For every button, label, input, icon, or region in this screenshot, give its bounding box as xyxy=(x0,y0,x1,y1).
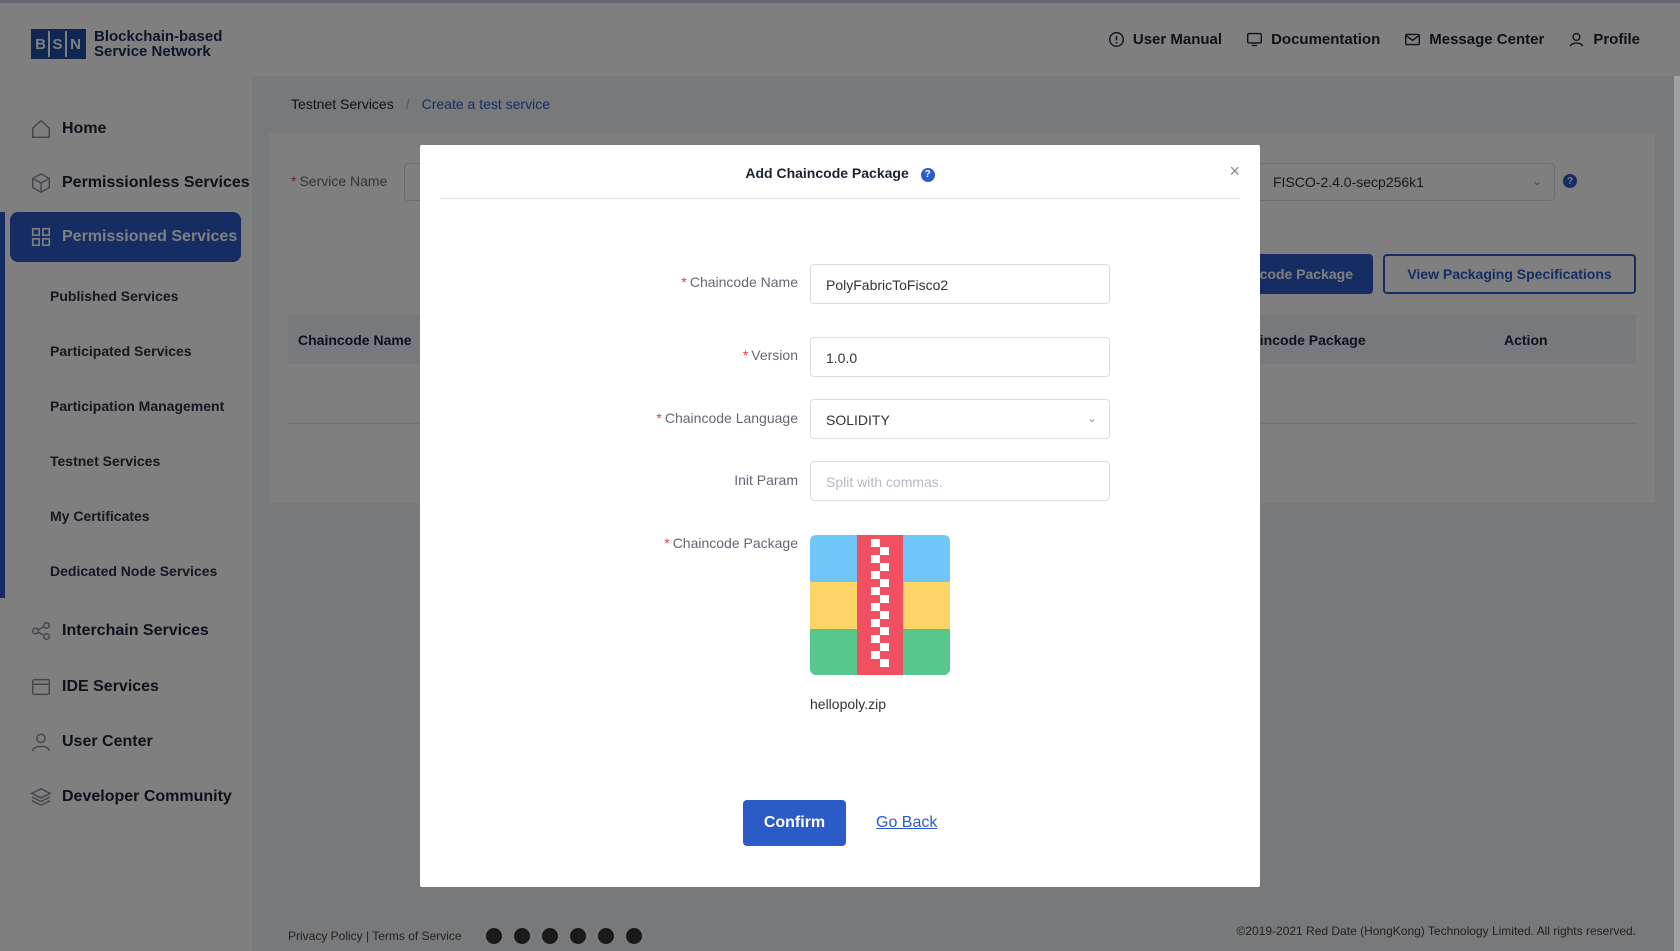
chaincode-package-label: * Chaincode Package xyxy=(664,535,798,551)
go-back-link[interactable]: Go Back xyxy=(876,814,937,832)
chaincode-name-label: * Chaincode Name xyxy=(681,274,798,290)
close-icon[interactable]: × xyxy=(1229,161,1240,182)
init-param-input[interactable]: Split with commas. xyxy=(810,461,1110,501)
chaincode-language-value: SOLIDITY xyxy=(826,412,890,428)
init-param-label: Init Param xyxy=(734,472,798,488)
chaincode-package-label-text: Chaincode Package xyxy=(672,535,798,551)
zip-archive-icon xyxy=(810,535,950,675)
version-label-text: Version xyxy=(751,347,798,363)
help-icon[interactable]: ? xyxy=(920,167,935,182)
chaincode-language-label-text: Chaincode Language xyxy=(664,410,798,426)
version-input[interactable]: 1.0.0 xyxy=(810,337,1110,377)
version-label: * Version xyxy=(742,347,798,363)
chaincode-name-input[interactable]: PolyFabricToFisco2 xyxy=(810,264,1110,304)
dialog-divider xyxy=(440,198,1240,199)
page-scrollbar[interactable] xyxy=(1674,76,1680,951)
init-param-label-text: Init Param xyxy=(734,472,798,488)
add-chaincode-package-dialog: Add Chaincode Package ? × * Chaincode Nam… xyxy=(420,145,1260,887)
chevron-down-icon: ⌄ xyxy=(1086,411,1097,425)
chaincode-package-file-name: hellopoly.zip xyxy=(810,696,887,712)
chaincode-language-label: * Chaincode Language xyxy=(656,410,798,426)
dialog-title-text: Add Chaincode Package xyxy=(745,165,909,181)
chaincode-language-select[interactable]: SOLIDITY ⌄ xyxy=(810,399,1110,439)
dialog-title: Add Chaincode Package ? xyxy=(420,165,1260,183)
confirm-button[interactable]: Confirm xyxy=(743,800,846,846)
chaincode-name-label-text: Chaincode Name xyxy=(689,274,798,290)
zip-file-icon[interactable] xyxy=(810,535,950,675)
